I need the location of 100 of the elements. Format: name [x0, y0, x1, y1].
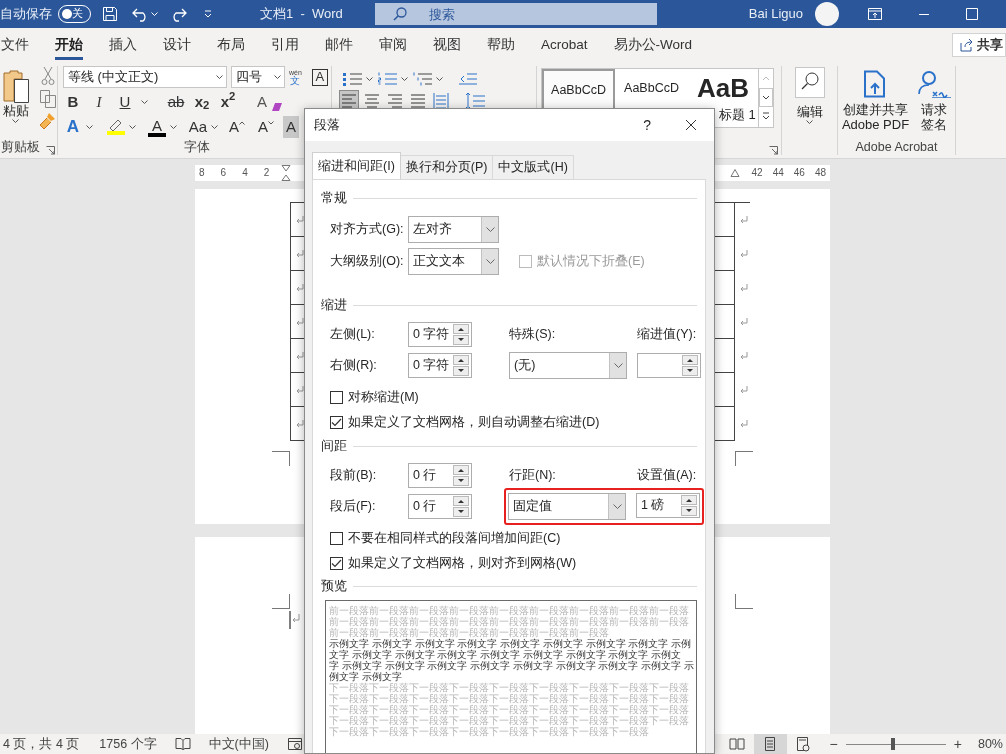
- spin-down-icon[interactable]: [453, 335, 469, 345]
- change-case-button[interactable]: Aa: [188, 116, 208, 138]
- zoom-out-button[interactable]: −: [829, 735, 838, 753]
- format-button[interactable]: ab: [166, 91, 186, 113]
- line-spacing-icon[interactable]: [464, 91, 486, 111]
- font-name-field[interactable]: 等线 (中文正文): [63, 66, 227, 88]
- dialog-tab[interactable]: 缩进和间距(I): [312, 152, 401, 179]
- spin-down-icon[interactable]: [453, 476, 469, 486]
- alignment-select[interactable]: 左对齐: [408, 216, 499, 243]
- ribbon-tab[interactable]: 设计: [163, 28, 191, 62]
- format-painter-icon[interactable]: [39, 112, 57, 130]
- caret-icon[interactable]: [436, 76, 443, 82]
- checkbox[interactable]: [330, 416, 343, 429]
- caret-icon[interactable]: [366, 76, 373, 82]
- character-shading-button[interactable]: A: [283, 116, 299, 138]
- caret-icon[interactable]: [274, 74, 281, 80]
- checkbox[interactable]: [330, 532, 343, 545]
- view-print-button[interactable]: [753, 734, 787, 754]
- spin-up-icon[interactable]: [453, 496, 469, 506]
- maximize-icon[interactable]: [966, 8, 979, 20]
- caret-icon[interactable]: [129, 124, 136, 130]
- ribbon-tab[interactable]: 插入: [109, 28, 137, 62]
- spin-up-icon[interactable]: [453, 465, 469, 475]
- right-indent-marker-icon[interactable]: [729, 169, 740, 177]
- grow-font-button[interactable]: A: [227, 116, 247, 138]
- spin-down-icon[interactable]: [453, 366, 469, 376]
- ribbon-tab[interactable]: 视图: [433, 28, 461, 62]
- text-effects-button[interactable]: A: [63, 116, 83, 138]
- decrease-indent-icon[interactable]: [459, 72, 477, 86]
- spin-up-icon[interactable]: [453, 355, 469, 365]
- accessibility-icon[interactable]: [286, 737, 303, 751]
- caret-icon[interactable]: [806, 119, 813, 125]
- copy-icon[interactable]: [40, 90, 56, 108]
- spin-down-icon[interactable]: [681, 506, 697, 516]
- page-count[interactable]: 4 页，共 4 页: [3, 736, 80, 752]
- spin-down-icon[interactable]: [682, 366, 698, 376]
- avatar-icon[interactable]: [815, 2, 840, 26]
- create-pdf-button[interactable]: 创建并共享 Adobe PDF: [841, 66, 910, 132]
- zoom-in-button[interactable]: +: [953, 735, 962, 753]
- spin-up-icon[interactable]: [682, 355, 698, 365]
- caret-icon[interactable]: [170, 124, 177, 130]
- close-icon[interactable]: [685, 119, 697, 131]
- paste-button[interactable]: 粘贴: [0, 66, 31, 130]
- ribbon-tab[interactable]: 帮助: [487, 28, 515, 62]
- format-button[interactable]: B: [63, 91, 83, 113]
- space-before-spinner[interactable]: 0 行: [408, 463, 472, 488]
- caret-icon[interactable]: [216, 74, 223, 80]
- ribbon-tab[interactable]: 易办公-Word: [613, 28, 693, 62]
- ribbon-tab[interactable]: 邮件: [325, 28, 353, 62]
- zoom-slider[interactable]: [845, 738, 946, 750]
- right-indent-spinner[interactable]: 0 字符: [408, 353, 472, 378]
- format-button[interactable]: x$_{2}$: [192, 91, 212, 113]
- format-button[interactable]: U: [115, 91, 135, 113]
- font-color-button[interactable]: A: [147, 116, 167, 138]
- scroll-down-icon[interactable]: [759, 88, 773, 107]
- spin-up-icon[interactable]: [681, 495, 697, 505]
- ribbon-tab[interactable]: 开始: [55, 28, 83, 62]
- customize-icon[interactable]: [204, 10, 212, 18]
- zoom-slider-thumb[interactable]: [890, 738, 895, 750]
- spin-down-icon[interactable]: [453, 507, 469, 517]
- editing-button[interactable]: 编辑: [782, 67, 837, 125]
- caret-icon[interactable]: [12, 118, 19, 124]
- word-count[interactable]: 1756 个字: [99, 736, 157, 752]
- help-button[interactable]: ?: [643, 116, 651, 134]
- ribbon-tab[interactable]: 文件: [1, 28, 29, 62]
- format-button[interactable]: A: [252, 91, 272, 113]
- line-spacing-value-spinner[interactable]: 1 磅: [636, 493, 700, 518]
- dialog-tab[interactable]: 中文版式(H): [492, 155, 574, 179]
- language-indicator[interactable]: 中文(中国): [208, 736, 269, 752]
- scissors-icon[interactable]: [41, 66, 55, 86]
- checkbox[interactable]: [330, 557, 343, 570]
- caret-icon[interactable]: [211, 124, 218, 130]
- ribbon-display-icon[interactable]: [868, 8, 883, 20]
- space-after-spinner[interactable]: 0 行: [408, 494, 472, 519]
- request-signature-button[interactable]: 请求 签名: [917, 66, 952, 132]
- dialog-launcher-icon[interactable]: [769, 146, 778, 155]
- caret-icon[interactable]: [141, 99, 148, 105]
- share-button[interactable]: 共享: [952, 33, 1006, 57]
- ribbon-tab[interactable]: Acrobat: [541, 28, 588, 62]
- multilevel-list-icon[interactable]: [412, 72, 432, 86]
- checkbox[interactable]: [330, 391, 343, 404]
- format-button[interactable]: I: [89, 91, 109, 113]
- special-indent-select[interactable]: (无): [509, 352, 627, 379]
- indent-marker-icon[interactable]: [281, 165, 292, 181]
- shrink-font-button[interactable]: A: [256, 116, 276, 138]
- bullet-list-icon[interactable]: [342, 72, 362, 86]
- search-field[interactable]: 搜索: [374, 3, 657, 25]
- format-button[interactable]: x$^{2}$: [218, 91, 238, 113]
- redo-icon[interactable]: [170, 6, 188, 22]
- spin-up-icon[interactable]: [453, 324, 469, 334]
- font-size-field[interactable]: 四号: [231, 66, 285, 88]
- caret-icon[interactable]: [86, 124, 93, 130]
- left-indent-spinner[interactable]: 0 字符: [408, 322, 472, 347]
- outline-level-select[interactable]: 正文文本: [408, 248, 499, 275]
- zoom-level[interactable]: 80%: [977, 736, 1003, 752]
- ribbon-tab[interactable]: 引用: [271, 28, 299, 62]
- proofing-book-icon[interactable]: [174, 737, 191, 751]
- style-item[interactable]: AaB 标题 1: [688, 69, 758, 127]
- dialog-launcher-icon[interactable]: [46, 146, 55, 155]
- save-icon[interactable]: [102, 6, 118, 22]
